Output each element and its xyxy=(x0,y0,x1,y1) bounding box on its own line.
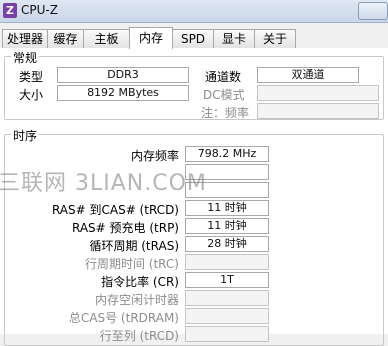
tab-mainboard[interactable]: 主板 xyxy=(83,29,130,48)
nb-frequency-label: 注：频率 xyxy=(201,106,250,120)
nb-frequency-value xyxy=(257,103,379,119)
tab-spd[interactable]: SPD xyxy=(172,29,214,48)
total-cas-value xyxy=(185,308,269,324)
type-value: DDR3 xyxy=(57,67,189,83)
window-title: CPU-Z xyxy=(21,3,58,17)
timings-group-title: 时序 xyxy=(11,127,40,144)
dram-idle-timer-value xyxy=(185,290,269,306)
tab-about[interactable]: 关于 xyxy=(254,29,296,48)
tab-bar: 处理器 缓存 主板 内存 SPD 显卡 关于 xyxy=(0,27,388,49)
title-bar: Z CPU-Z xyxy=(0,0,388,23)
row-to-column-value xyxy=(185,326,269,342)
site-watermark: 三联网 3LIAN.COM xyxy=(0,171,207,196)
trp-label: RAS# 预充电 (tRP) xyxy=(71,221,179,235)
dram-frequency-value: 798.2 MHz xyxy=(185,146,269,162)
total-cas-label: 总CAS号 (tRDRAM) xyxy=(68,311,179,325)
dc-mode-label: DC模式 xyxy=(203,88,245,102)
trc-value xyxy=(185,254,269,270)
tab-memory[interactable]: 内存 xyxy=(129,27,173,49)
tab-caches[interactable]: 缓存 xyxy=(47,29,84,48)
general-group: 常规 类型 DDR3 大小 8192 MBytes 通道数 双通道 DC模式 注… xyxy=(4,49,384,120)
tab-processor[interactable]: 处理器 xyxy=(2,29,48,48)
type-label: 类型 xyxy=(19,70,44,84)
dram-idle-timer-label: 内存空闲计时器 xyxy=(94,293,179,307)
tab-graphics[interactable]: 显卡 xyxy=(213,29,255,48)
tras-label: 循环周期 (tRAS) xyxy=(89,239,179,253)
tras-value: 28 时钟 xyxy=(185,236,269,252)
cpuz-app-icon: Z xyxy=(3,3,17,18)
memory-panel: 常规 类型 DDR3 大小 8192 MBytes 通道数 双通道 DC模式 注… xyxy=(0,48,388,346)
size-label: 大小 xyxy=(19,88,44,102)
size-value: 8192 MBytes xyxy=(57,85,189,101)
trc-label: 行周期时间 (tRC) xyxy=(84,257,179,271)
dram-frequency-label: 内存频率 xyxy=(130,149,179,163)
channels-label: 通道数 xyxy=(205,70,242,84)
command-rate-value: 1T xyxy=(185,272,269,288)
channels-value: 双通道 xyxy=(257,67,359,83)
trcd-label: RAS# 到CAS# (tRCD) xyxy=(51,203,179,217)
minimize-button[interactable] xyxy=(358,2,388,20)
trcd-value: 11 时钟 xyxy=(185,200,269,216)
row-to-column-label: 行至列 (tRCD) xyxy=(99,329,179,343)
dc-mode-value xyxy=(257,85,379,101)
general-group-title: 常规 xyxy=(11,49,40,66)
command-rate-label: 指令比率 (CR) xyxy=(101,275,179,289)
trp-value: 11 时钟 xyxy=(185,218,269,234)
